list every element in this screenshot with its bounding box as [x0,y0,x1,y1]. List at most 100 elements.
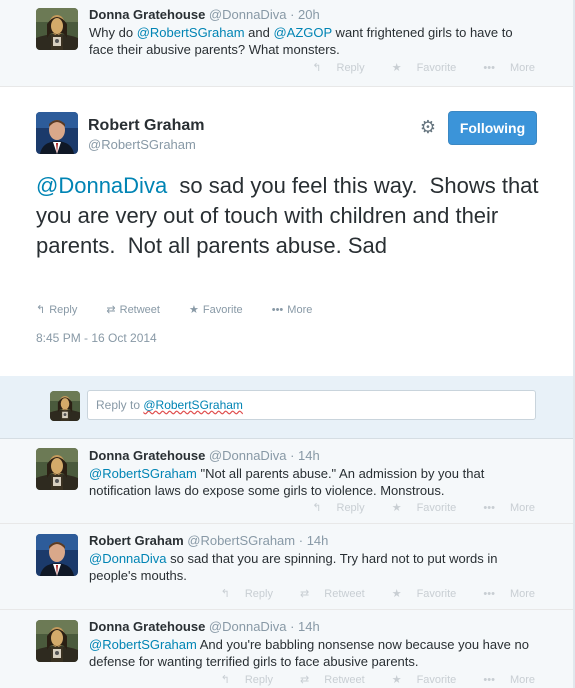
screen-name[interactable]: @RobertSGraham [187,533,295,548]
reply-label: Reply [336,62,365,74]
tweet-header: Donna Gratehouse @DonnaDiva · 14h [89,447,537,464]
reply-icon: ↰ [312,502,322,514]
permalink-tweet: Robert Graham @RobertSGraham ⚙ Following… [0,87,573,377]
tweet-actions: ↰ Reply ⇄ Retweet ★ Favorite ••• More [197,673,535,686]
reply-button[interactable]: ↰ Reply [209,674,273,686]
reply-tweet[interactable]: Donna Gratehouse @DonnaDiva · 14h @Rober… [0,439,573,524]
tweet-header: Robert Graham @RobertSGraham · 14h [89,532,537,549]
more-icon: ••• [483,62,495,74]
favorite-label: Favorite [202,304,243,316]
fullname[interactable]: Donna Gratehouse [89,7,205,22]
retweet-button[interactable]: ⇄ Retweet [288,674,365,686]
timestamp[interactable]: · 14h [290,619,320,634]
tweet-header: Donna Gratehouse @DonnaDiva · 14h [89,618,537,635]
retweet-button[interactable]: ⇄ Retweet [288,588,365,600]
retweet-label: Retweet [119,304,160,316]
more-label: More [287,304,313,316]
fullname[interactable]: Donna Gratehouse [89,448,205,463]
more-label: More [509,502,535,514]
avatar-current-user [50,391,80,421]
favorite-button[interactable]: ★ Favorite [380,502,457,514]
tweet-text: @DonnaDiva so sad you feel this way. Sho… [36,171,546,261]
reply-button[interactable]: ↰ Reply [36,304,90,316]
mention-link[interactable]: @AZGOP [273,25,331,40]
retweet-label: Retweet [324,588,365,600]
favorite-label: Favorite [416,588,457,600]
favorite-button[interactable]: ★ Favorite [380,62,457,74]
reply-target: @RobertSGraham [143,398,243,412]
fullname[interactable]: Robert Graham [89,533,184,548]
reply-input[interactable]: Reply to @RobertSGraham [87,390,536,420]
retweet-icon: ⇄ [300,588,310,600]
favorite-label: Favorite [416,502,457,514]
mention-link[interactable]: @DonnaDiva [89,551,167,566]
mention-link[interactable]: @RobertSGraham [89,637,197,652]
more-button[interactable]: ••• More [471,588,535,600]
retweet-icon: ⇄ [106,304,116,316]
timestamp[interactable]: · 14h [299,533,329,548]
tweet-text: @RobertSGraham And you're babbling nonse… [89,636,537,670]
favorite-button[interactable]: ★ Favorite [189,304,256,316]
star-icon: ★ [391,588,402,600]
tweet-actions: ↰ Reply ★ Favorite ••• More [288,501,535,514]
fullname[interactable]: Donna Gratehouse [89,619,205,634]
more-label: More [509,588,535,600]
reply-icon: ↰ [312,62,322,74]
more-button[interactable]: ••• More [471,674,535,686]
screen-name[interactable]: @DonnaDiva [209,448,287,463]
more-button[interactable]: ••• More [471,502,535,514]
favorite-button[interactable]: ★ Favorite [380,588,457,600]
favorite-label: Favorite [416,62,457,74]
reply-button[interactable]: ↰ Reply [209,588,273,600]
more-icon: ••• [271,304,284,316]
screen-name[interactable]: @DonnaDiva [209,619,287,634]
tweet-actions: ↰ Reply ★ Favorite ••• More [288,61,535,74]
avatar-donna[interactable] [36,620,78,662]
reply-label: Reply [49,304,78,316]
text-segment: and [244,25,274,40]
screen-name[interactable]: @RobertSGraham [88,137,196,152]
reply-label: Reply [244,674,273,686]
tweet-actions: ↰ Reply ⇄ Retweet ★ Favorite ••• More [36,303,338,316]
reply-prefix: Reply to [96,398,144,412]
star-icon: ★ [391,674,402,686]
reply-tweet[interactable]: Donna Gratehouse @DonnaDiva · 14h @Rober… [0,610,573,688]
tweet-text: @RobertSGraham "Not all parents abuse." … [89,465,537,499]
reply-button[interactable]: ↰ Reply [300,62,364,74]
fullname[interactable]: Robert Graham [88,117,204,135]
gear-icon[interactable]: ⚙ [418,117,438,137]
star-icon: ★ [391,502,402,514]
avatar-donna[interactable] [36,8,78,50]
avatar-robert[interactable] [36,112,78,154]
more-icon: ••• [483,674,495,686]
following-button[interactable]: Following [448,111,537,145]
reply-label: Reply [336,502,365,514]
reply-button[interactable]: ↰ Reply [300,502,364,514]
retweet-button[interactable]: ⇄ Retweet [106,304,173,316]
mention-link[interactable]: @RobertSGraham [89,466,197,481]
star-icon: ★ [189,304,199,316]
tweet-actions: ↰ Reply ⇄ Retweet ★ Favorite ••• More [197,587,535,600]
retweet-icon: ⇄ [300,674,310,686]
tweet-header: Donna Gratehouse @DonnaDiva · 20h [89,6,537,23]
more-button[interactable]: ••• More [272,304,326,316]
avatar-robert[interactable] [36,534,78,576]
reply-tweet[interactable]: Robert Graham @RobertSGraham · 14h @Donn… [0,524,573,610]
more-button[interactable]: ••• More [471,62,535,74]
avatar-donna[interactable] [36,448,78,490]
mention-link[interactable]: @DonnaDiva [36,173,167,198]
more-icon: ••• [483,588,495,600]
mention-link[interactable]: @RobertSGraham [137,25,245,40]
screen-name[interactable]: @DonnaDiva [209,7,287,22]
more-label: More [509,674,535,686]
more-label: More [509,62,535,74]
reply-box: Reply to @RobertSGraham [0,376,573,439]
tweet-top[interactable]: Donna Gratehouse @DonnaDiva · 20h Why do… [0,0,573,87]
text-segment: Why do [89,25,137,40]
favorite-label: Favorite [416,674,457,686]
reply-icon: ↰ [36,304,46,316]
timestamp[interactable]: · 20h [290,7,320,22]
timestamp[interactable]: · 14h [290,448,320,463]
tweet-timestamp[interactable]: 8:45 PM - 16 Oct 2014 [36,331,157,345]
favorite-button[interactable]: ★ Favorite [380,674,457,686]
